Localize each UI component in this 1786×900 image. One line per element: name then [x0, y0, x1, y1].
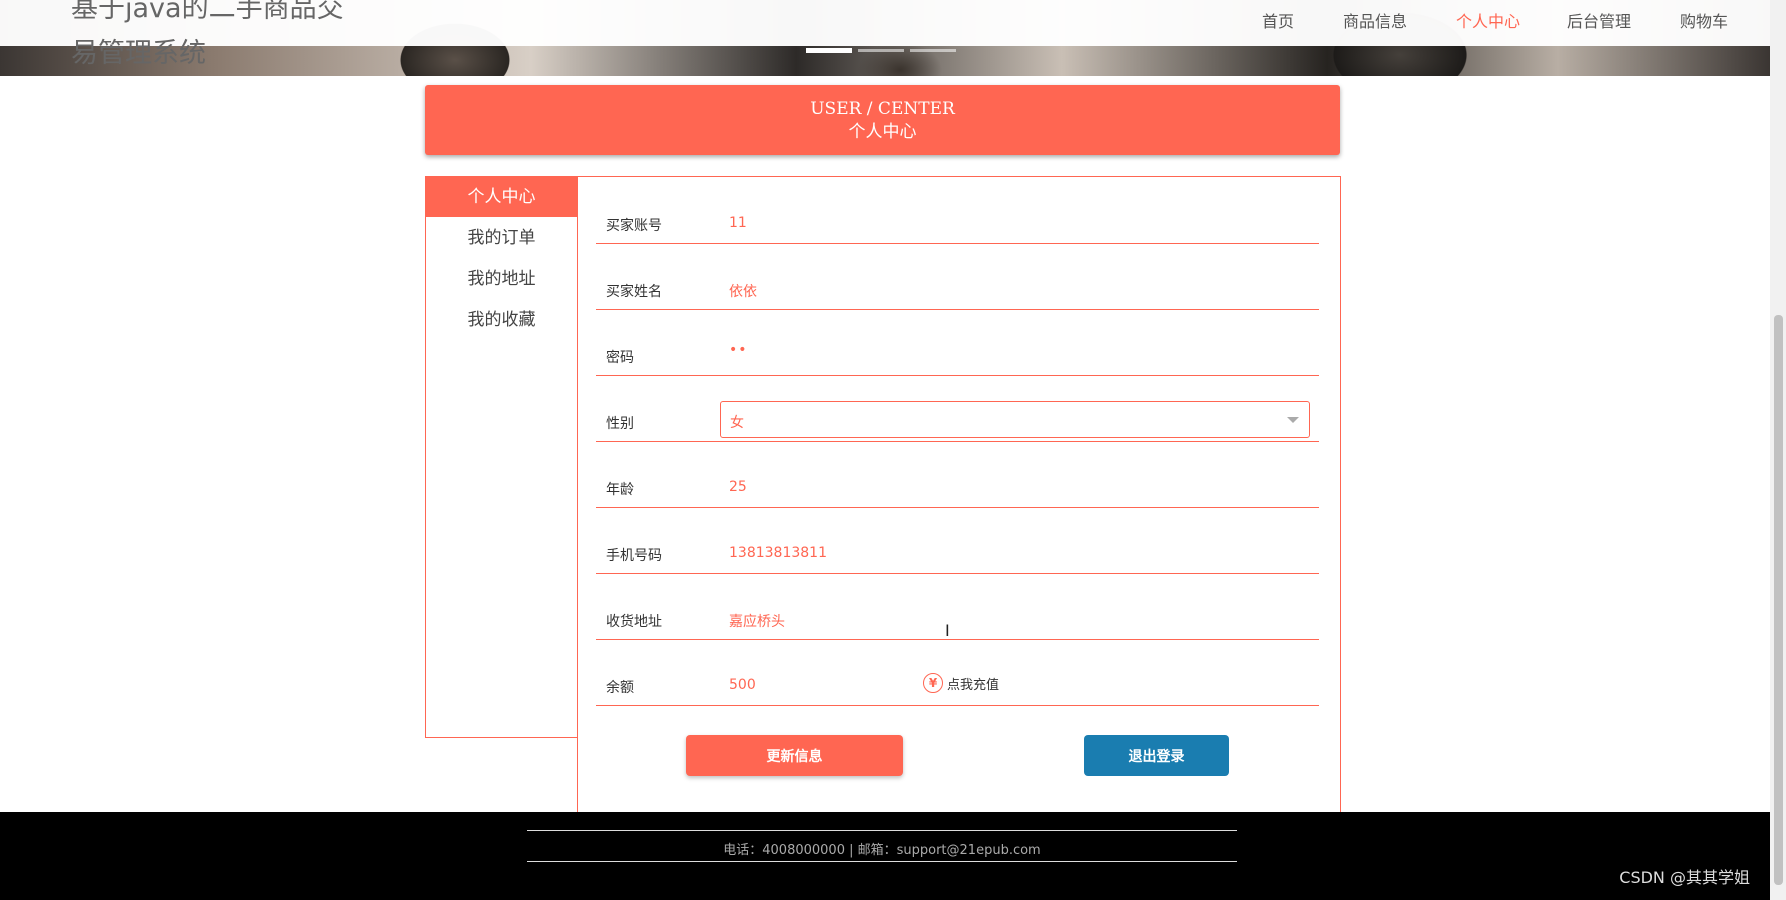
footer-divider-top — [527, 830, 1237, 831]
side-item-favorites[interactable]: 我的收藏 — [426, 300, 577, 340]
side-item-user-center[interactable]: 个人中心 — [426, 177, 577, 217]
gender-selected-value: 女 — [730, 415, 744, 431]
header-title-en: USER / CENTER — [810, 99, 955, 119]
name-label: 买家姓名 — [606, 284, 662, 300]
carousel-dot-3[interactable] — [910, 49, 956, 52]
password-field[interactable]: •• — [729, 342, 748, 358]
site-title: 基于java的二手商品交易管理系统 — [71, 0, 344, 69]
address-row: 收货地址 嘉应桥头 — [596, 573, 1319, 640]
carousel-indicators — [806, 48, 956, 53]
address-field[interactable]: 嘉应桥头 — [729, 611, 785, 631]
gender-label: 性别 — [606, 416, 634, 432]
user-info-form: 买家账号 11 买家姓名 依依 密码 •• 性别 女 年龄 25 手机号码 13… — [577, 176, 1341, 817]
page-scrollbar[interactable] — [1770, 0, 1786, 900]
carousel-dot-1[interactable] — [806, 48, 852, 53]
account-field[interactable]: 11 — [729, 215, 747, 231]
nav-cart[interactable]: 购物车 — [1680, 8, 1728, 32]
age-row: 年龄 25 — [596, 441, 1319, 508]
user-side-menu: 个人中心 我的订单 我的地址 我的收藏 — [425, 176, 578, 738]
recharge-label: 点我充值 — [947, 677, 1000, 693]
age-label: 年龄 — [606, 482, 634, 498]
side-item-orders[interactable]: 我的订单 — [426, 218, 577, 258]
address-label: 收货地址 — [606, 614, 662, 630]
recharge-link[interactable]: ¥ 点我充值 — [923, 673, 999, 693]
footer-divider-bottom — [527, 861, 1237, 862]
text-cursor-icon: I — [945, 621, 950, 640]
carousel-dot-2[interactable] — [858, 49, 904, 52]
header-title-cn: 个人中心 — [848, 122, 917, 142]
logout-button[interactable]: 退出登录 — [1084, 735, 1229, 776]
balance-value: 500 — [729, 677, 756, 693]
balance-row: 余额 500 ¥ 点我充值 — [596, 639, 1319, 706]
name-row: 买家姓名 依依 — [596, 243, 1319, 310]
nav-home[interactable]: 首页 — [1262, 8, 1294, 32]
gender-row: 性别 女 — [596, 375, 1319, 442]
nav-user-center[interactable]: 个人中心 — [1456, 8, 1520, 32]
balance-label: 余额 — [606, 680, 634, 696]
footer-contact: 电话：4008000000 | 邮箱：support@21epub.com — [723, 843, 1041, 858]
account-label: 买家账号 — [606, 218, 662, 234]
password-label: 密码 — [606, 350, 634, 366]
scrollbar-thumb[interactable] — [1774, 315, 1783, 885]
phone-row: 手机号码 13813813811 — [596, 507, 1319, 574]
top-navbar: 基于java的二手商品交易管理系统 首页 商品信息 个人中心 后台管理 购物车 — [0, 0, 1770, 69]
yen-icon: ¥ — [923, 673, 943, 693]
site-footer: 电话：4008000000 | 邮箱：support@21epub.com CS… — [0, 812, 1770, 900]
update-info-button[interactable]: 更新信息 — [686, 735, 903, 776]
name-field[interactable]: 依依 — [729, 281, 757, 301]
chevron-down-icon — [1287, 417, 1299, 423]
nav-admin[interactable]: 后台管理 — [1567, 8, 1631, 32]
account-row: 买家账号 11 — [596, 177, 1319, 244]
phone-label: 手机号码 — [606, 548, 662, 564]
password-row: 密码 •• — [596, 309, 1319, 376]
nav-products[interactable]: 商品信息 — [1343, 8, 1407, 32]
user-center-header: USER / CENTER 个人中心 — [425, 85, 1340, 155]
side-item-address[interactable]: 我的地址 — [426, 259, 577, 299]
watermark: CSDN @其其学姐 — [1619, 868, 1750, 887]
age-field[interactable]: 25 — [729, 479, 747, 495]
phone-field[interactable]: 13813813811 — [729, 545, 827, 561]
gender-select[interactable]: 女 — [720, 401, 1310, 438]
